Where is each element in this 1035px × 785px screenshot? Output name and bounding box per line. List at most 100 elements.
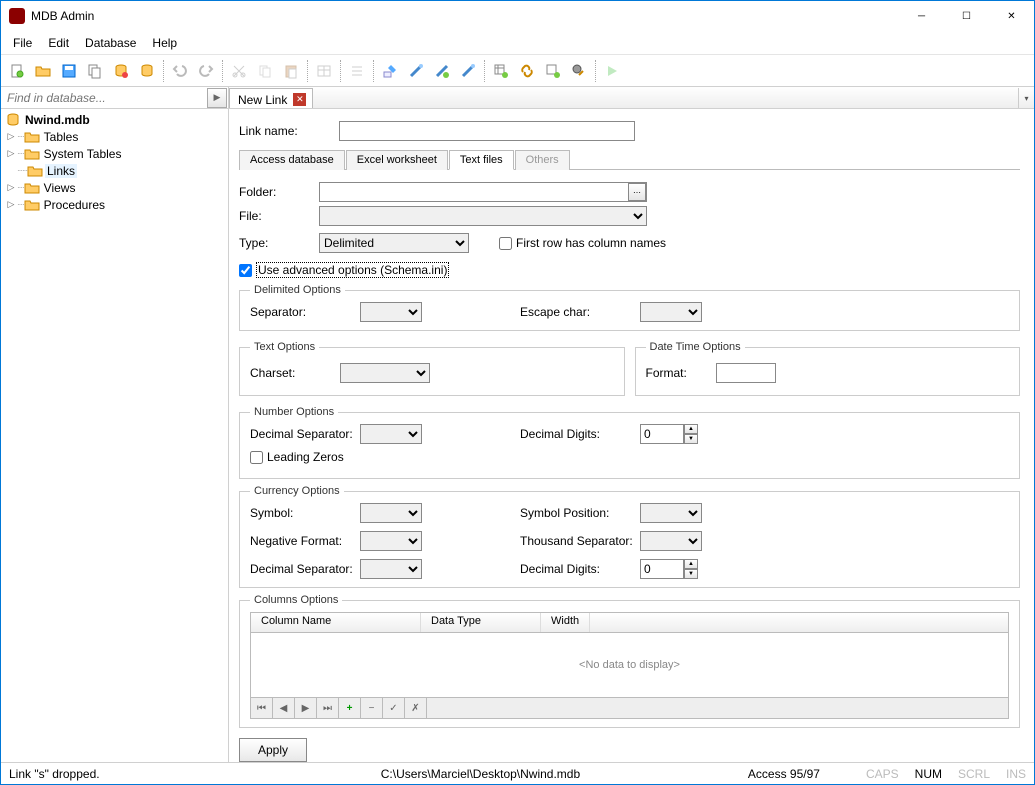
cur-decsep-select[interactable]	[360, 559, 422, 579]
num-decsep-select[interactable]	[360, 424, 422, 444]
list-icon[interactable]	[345, 59, 369, 83]
tab-list-button[interactable]: ▾	[1018, 88, 1034, 108]
grid-add-icon[interactable]	[489, 59, 513, 83]
gear-link-icon[interactable]	[567, 59, 591, 83]
num-decdig-input[interactable]	[640, 424, 684, 444]
grid-add-button[interactable]: +	[339, 698, 361, 718]
save-icon[interactable]	[57, 59, 81, 83]
thsep-select[interactable]	[640, 531, 702, 551]
cut-icon[interactable]	[227, 59, 251, 83]
status-caps: CAPS	[858, 767, 907, 781]
tree-item-links[interactable]: ······ Links	[5, 162, 224, 179]
grid-first-button[interactable]: ⏮	[251, 698, 273, 718]
status-path: C:\Users\Marciel\Desktop\Nwind.mdb	[373, 767, 588, 781]
folder-label: Folder:	[239, 185, 319, 199]
escape-label: Escape char:	[520, 305, 640, 319]
number-group: Number Options Decimal Separator: Decima…	[239, 406, 1020, 479]
tab-new-link[interactable]: New Link ✕	[229, 88, 313, 108]
delete-db-icon[interactable]	[109, 59, 133, 83]
undo-icon[interactable]	[168, 59, 192, 83]
tree-item-procedures[interactable]: ▷ ···· Procedures	[5, 196, 224, 213]
expand-icon[interactable]: ▷	[5, 182, 17, 193]
grid-commit-button[interactable]: ✓	[383, 698, 405, 718]
type-select[interactable]: Delimited	[319, 233, 469, 253]
link-icon[interactable]	[515, 59, 539, 83]
col-name-header[interactable]: Column Name	[251, 613, 421, 632]
close-button[interactable]: ✕	[989, 1, 1034, 31]
paste-icon[interactable]	[279, 59, 303, 83]
db-tree[interactable]: Nwind.mdb ▷ ···· Tables ▷ ···· System Ta…	[1, 109, 228, 762]
subtab-excel[interactable]: Excel worksheet	[346, 150, 448, 170]
menu-file[interactable]: File	[5, 33, 40, 53]
apply-button[interactable]: Apply	[239, 738, 307, 762]
num-decdig-label: Decimal Digits:	[520, 427, 640, 441]
grid-last-button[interactable]: ⏭	[317, 698, 339, 718]
grid-prev-button[interactable]: ◀	[273, 698, 295, 718]
spin-up-button[interactable]: ▲	[684, 424, 698, 434]
folder-browse-button[interactable]: ⋯	[628, 183, 646, 201]
redo-icon[interactable]	[194, 59, 218, 83]
expand-icon[interactable]: ▷	[5, 148, 17, 159]
new-file-icon[interactable]	[5, 59, 29, 83]
subtab-access[interactable]: Access database	[239, 150, 345, 170]
link-name-input[interactable]	[339, 121, 635, 141]
tabbar: New Link ✕ ▾	[229, 87, 1034, 109]
spin-down-button[interactable]: ▼	[684, 569, 698, 579]
grid-next-button[interactable]: ▶	[295, 698, 317, 718]
app-icon	[9, 8, 25, 24]
delimited-group: Delimited Options Separator: Escape char…	[239, 284, 1020, 331]
window-title: MDB Admin	[31, 9, 899, 23]
play-icon[interactable]	[600, 59, 624, 83]
grid-delete-button[interactable]: −	[361, 698, 383, 718]
tree-item-tables[interactable]: ▷ ···· Tables	[5, 128, 224, 145]
separator-label: Separator:	[250, 305, 360, 319]
separator-select[interactable]	[360, 302, 422, 322]
chevron-right-icon: ▶	[214, 92, 221, 103]
charset-select[interactable]	[340, 363, 430, 383]
col-type-header[interactable]: Data Type	[421, 613, 541, 632]
menu-database[interactable]: Database	[77, 33, 144, 53]
copy-icon[interactable]	[83, 59, 107, 83]
columns-grid[interactable]: Column Name Data Type Width <No data to …	[250, 612, 1009, 719]
grid-cancel-button[interactable]: ✗	[405, 698, 427, 718]
search-input[interactable]	[1, 89, 207, 107]
negfmt-select[interactable]	[360, 531, 422, 551]
first-row-checkbox[interactable]: First row has column names	[499, 236, 666, 250]
symbol-select[interactable]	[360, 503, 422, 523]
escape-select[interactable]	[640, 302, 702, 322]
folder-input[interactable]	[319, 182, 647, 202]
menu-edit[interactable]: Edit	[40, 33, 77, 53]
tree-root[interactable]: Nwind.mdb	[5, 111, 224, 128]
file-select[interactable]	[319, 206, 647, 226]
menu-help[interactable]: Help	[144, 33, 185, 53]
search-go-button[interactable]: ▶	[207, 88, 227, 108]
maximize-button[interactable]: ☐	[944, 1, 989, 31]
cur-decdig-input[interactable]	[640, 559, 684, 579]
grid-add2-icon[interactable]	[541, 59, 565, 83]
expand-icon[interactable]: ▷	[5, 131, 17, 142]
table-icon[interactable]	[312, 59, 336, 83]
subtab-text[interactable]: Text files	[449, 150, 514, 170]
copy2-icon[interactable]	[253, 59, 277, 83]
wizard-stick1-icon[interactable]	[404, 59, 428, 83]
tab-close-icon[interactable]: ✕	[293, 93, 306, 106]
tree-item-views[interactable]: ▷ ···· Views	[5, 179, 224, 196]
spin-down-button[interactable]: ▼	[684, 434, 698, 444]
expand-icon[interactable]: ▷	[5, 199, 17, 210]
compact-db-icon[interactable]	[135, 59, 159, 83]
format-input[interactable]	[716, 363, 776, 383]
wizard-blue-icon[interactable]	[378, 59, 402, 83]
col-width-header[interactable]: Width	[541, 613, 590, 632]
leading-zeros-checkbox[interactable]: Leading Zeros	[250, 450, 1009, 464]
tree-item-system-tables[interactable]: ▷ ···· System Tables	[5, 145, 224, 162]
grid-empty-text: <No data to display>	[251, 633, 1008, 697]
open-file-icon[interactable]	[31, 59, 55, 83]
sympos-select[interactable]	[640, 503, 702, 523]
wizard-add-icon[interactable]	[430, 59, 454, 83]
format-label: Format:	[646, 366, 716, 380]
status-message: Link "s" dropped.	[1, 767, 221, 781]
minimize-button[interactable]: ─	[899, 1, 944, 31]
advanced-checkbox[interactable]: Use advanced options (Schema.ini)	[239, 262, 1020, 278]
wizard-stick2-icon[interactable]	[456, 59, 480, 83]
spin-up-button[interactable]: ▲	[684, 559, 698, 569]
